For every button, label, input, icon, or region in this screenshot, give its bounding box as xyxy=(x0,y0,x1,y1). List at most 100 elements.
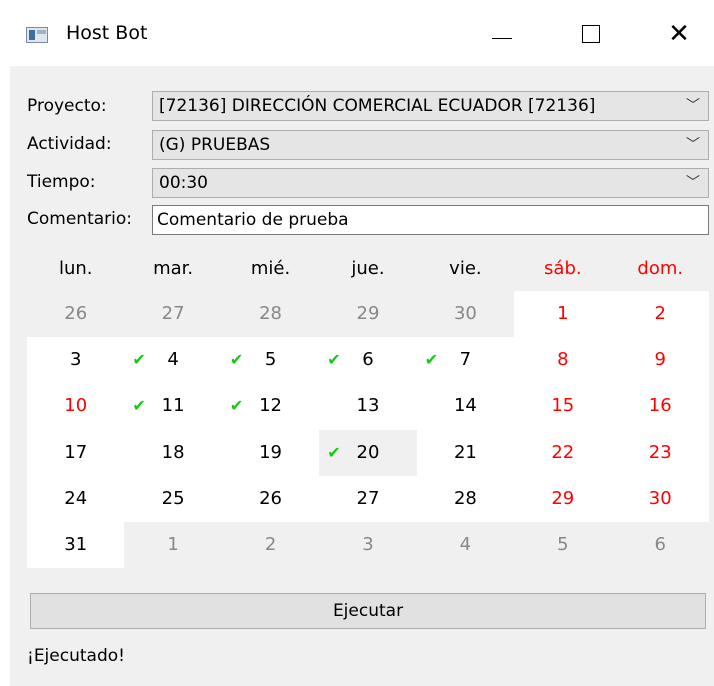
day-number: 7 xyxy=(459,349,472,371)
day-number: 23 xyxy=(648,441,672,463)
calendar-day[interactable]: 16 xyxy=(611,383,709,430)
calendar-day[interactable]: 29 xyxy=(319,291,417,338)
actividad-label: Actividad: xyxy=(27,134,112,154)
day-number: 2 xyxy=(264,533,277,555)
calendar-day[interactable]: 27 xyxy=(124,291,222,338)
calendar-day[interactable]: 22 xyxy=(514,429,612,476)
calendar-day[interactable]: 13 xyxy=(319,383,417,430)
calendar-day[interactable]: 1 xyxy=(514,291,612,338)
day-number: 17 xyxy=(64,441,88,463)
day-number: 6 xyxy=(654,533,666,555)
day-number: 20 xyxy=(356,441,380,463)
calendar-day[interactable]: 25 xyxy=(124,475,222,522)
close-button[interactable]: ✕ xyxy=(654,12,704,56)
calendar-day[interactable]: ✔ 7 xyxy=(416,337,515,384)
calendar-day[interactable]: ✔ 11 xyxy=(124,383,222,430)
proyecto-select[interactable]: [72136] DIRECCIÓN COMERCIAL ECUADOR [721… xyxy=(152,91,709,121)
calendar-day[interactable]: 17 xyxy=(27,429,125,476)
day-number: 30 xyxy=(648,487,672,509)
day-number: 18 xyxy=(161,441,185,463)
close-icon: ✕ xyxy=(668,19,690,49)
calendar-day[interactable]: 9 xyxy=(611,337,709,384)
calendar-day[interactable]: 26 xyxy=(27,291,125,338)
tiempo-value: 00:30 xyxy=(159,173,208,193)
day-number: 16 xyxy=(648,395,672,417)
weekday-header: mié. xyxy=(250,258,291,279)
minimize-button[interactable] xyxy=(477,12,527,56)
calendar-day[interactable]: 4 xyxy=(416,521,515,569)
calendar-day[interactable]: ✔ 6 xyxy=(319,337,417,384)
day-number: 10 xyxy=(64,395,88,417)
calendar-day[interactable]: ✔ 20 xyxy=(319,429,417,476)
calendar-day[interactable]: 3 xyxy=(27,337,125,384)
tiempo-label: Tiempo: xyxy=(27,172,96,192)
ejecutar-button[interactable]: Ejecutar xyxy=(30,593,706,629)
calendar-day[interactable]: 30 xyxy=(416,291,515,338)
calendar-week: 24 25 26 27 28 29 30 xyxy=(27,475,709,522)
calendar-day[interactable]: ✔ 4 xyxy=(124,337,222,384)
calendar-day[interactable]: 6 xyxy=(611,521,709,569)
day-number: 8 xyxy=(557,349,569,371)
status-text: ¡Ejecutado! xyxy=(27,646,125,666)
calendar-day[interactable]: ✔ 12 xyxy=(221,383,320,430)
weekday-header: vie. xyxy=(449,258,482,279)
calendar-day[interactable]: 27 xyxy=(319,475,417,522)
calendar-day[interactable]: 18 xyxy=(124,429,222,476)
day-number: 22 xyxy=(551,441,575,463)
check-icon: ✔ xyxy=(327,442,341,462)
calendar-day[interactable]: 3 xyxy=(319,521,417,569)
calendar-day[interactable]: 5 xyxy=(514,521,612,569)
comentario-label: Comentario: xyxy=(27,209,132,229)
day-number: 11 xyxy=(161,395,185,417)
client-area: Proyecto: [72136] DIRECCIÓN COMERCIAL EC… xyxy=(10,66,714,686)
tiempo-select[interactable]: 00:30 ﹀ xyxy=(152,168,709,198)
calendar-day[interactable]: 19 xyxy=(221,429,320,476)
calendar-day[interactable]: 2 xyxy=(611,291,709,338)
calendar-day[interactable]: 23 xyxy=(611,429,709,476)
day-number: 27 xyxy=(356,487,380,509)
calendar-day[interactable]: 31 xyxy=(27,521,125,569)
calendar-day[interactable]: 26 xyxy=(221,475,320,522)
maximize-button[interactable] xyxy=(566,12,616,56)
calendar-day[interactable]: 8 xyxy=(514,337,612,384)
day-number: 31 xyxy=(64,533,88,555)
comentario-input[interactable]: Comentario de prueba xyxy=(152,205,709,235)
calendar-week: 17 18 19 ✔ 20 21 22 23 xyxy=(27,429,709,476)
calendar-day[interactable]: 21 xyxy=(416,429,515,476)
calendar-week: 10 ✔ 11 ✔ 12 13 14 15 16 xyxy=(27,383,709,430)
calendar-day[interactable]: 30 xyxy=(611,475,709,522)
day-number: 29 xyxy=(551,487,575,509)
day-number: 6 xyxy=(362,349,374,371)
check-icon: ✔ xyxy=(424,350,439,370)
day-number: 26 xyxy=(64,303,88,324)
weekday-header: sáb. xyxy=(544,258,582,279)
weekday-header: mar. xyxy=(153,258,194,279)
day-number: 5 xyxy=(264,349,277,371)
check-icon: ✔ xyxy=(229,396,244,416)
actividad-select[interactable]: (G) PRUEBAS ﹀ xyxy=(152,130,709,160)
calendar-day[interactable]: ✔ 5 xyxy=(221,337,320,384)
check-icon: ✔ xyxy=(132,350,146,370)
calendar-day[interactable]: 10 xyxy=(27,383,125,430)
calendar-day[interactable]: 24 xyxy=(27,475,125,522)
check-icon: ✔ xyxy=(132,396,146,416)
day-number: 30 xyxy=(453,303,477,324)
calendar-day[interactable]: 28 xyxy=(221,291,320,338)
day-number: 4 xyxy=(459,533,472,555)
calendar-day[interactable]: 28 xyxy=(416,475,515,522)
day-number: 26 xyxy=(259,487,282,509)
window-title: Host Bot xyxy=(66,22,148,44)
calendar-day[interactable]: 29 xyxy=(514,475,612,522)
weekday-header: lun. xyxy=(58,258,93,279)
calendar-day[interactable]: 1 xyxy=(124,521,222,569)
day-number: 4 xyxy=(167,349,179,371)
calendar-day[interactable]: 15 xyxy=(514,383,612,430)
chevron-down-icon: ﹀ xyxy=(686,98,700,114)
calendar: lun. mar. mié. jue. vie. sáb. dom. 26 27 28 29 30 1… xyxy=(27,246,709,569)
day-number: 5 xyxy=(557,533,569,555)
day-number: 1 xyxy=(557,303,569,324)
day-number: 2 xyxy=(654,303,666,324)
calendar-day[interactable]: 14 xyxy=(416,383,515,430)
calendar-day[interactable]: 2 xyxy=(221,521,320,569)
day-number: 9 xyxy=(654,349,666,371)
